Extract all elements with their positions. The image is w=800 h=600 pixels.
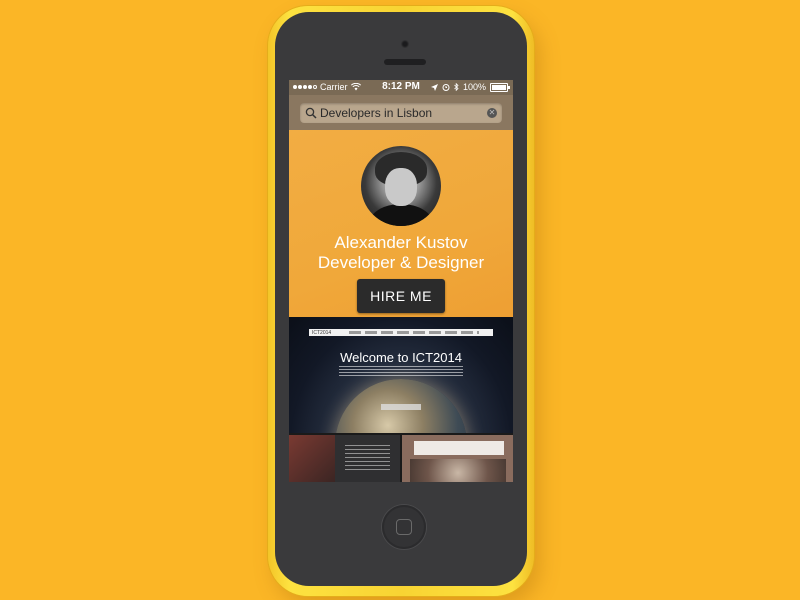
thumbnail-nav: ICT2014 xyxy=(309,329,493,336)
location-arrow-icon xyxy=(430,83,438,91)
search-icon xyxy=(305,107,317,119)
front-camera xyxy=(401,40,409,48)
status-bar: Carrier 8:12 PM 100% xyxy=(289,80,513,95)
thumbnail-sponsor xyxy=(381,404,421,410)
portfolio-item-3[interactable] xyxy=(402,435,513,482)
home-button[interactable] xyxy=(382,505,426,549)
search-input[interactable]: Developers in Lisbon ✕ xyxy=(300,103,502,123)
home-button-icon xyxy=(396,519,412,535)
battery-percent: 100% xyxy=(462,82,486,92)
profile-role: Developer & Designer xyxy=(317,253,485,272)
profile-hero: Alexander Kustov Developer & Designer HI… xyxy=(289,130,513,317)
portfolio-item-ict2014[interactable]: ICT2014 Welcome to ICT2014 xyxy=(289,317,513,433)
portfolio-item-title: Welcome to ICT2014 xyxy=(340,350,462,365)
portfolio-grid: ICT2014 Welcome to ICT2014 xyxy=(289,317,513,482)
search-query: Developers in Lisbon xyxy=(320,106,433,120)
hire-me-button[interactable]: HIRE ME xyxy=(357,279,445,313)
alarm-icon xyxy=(442,84,450,91)
thumbnail-subtitle xyxy=(339,366,463,378)
phone-screen: Carrier 8:12 PM 100% Developers in Lisbo… xyxy=(289,80,513,482)
portfolio-item-2[interactable] xyxy=(289,435,400,482)
avatar xyxy=(361,146,441,226)
bluetooth-icon xyxy=(454,83,459,91)
battery-icon xyxy=(490,82,510,92)
earpiece-speaker xyxy=(384,59,426,65)
clear-search-icon[interactable]: ✕ xyxy=(487,108,497,118)
profile-name: Alexander Kustov xyxy=(334,233,468,252)
thumbnail-logo: ICT2014 xyxy=(312,330,332,336)
search-bar: Developers in Lisbon ✕ xyxy=(289,95,513,130)
